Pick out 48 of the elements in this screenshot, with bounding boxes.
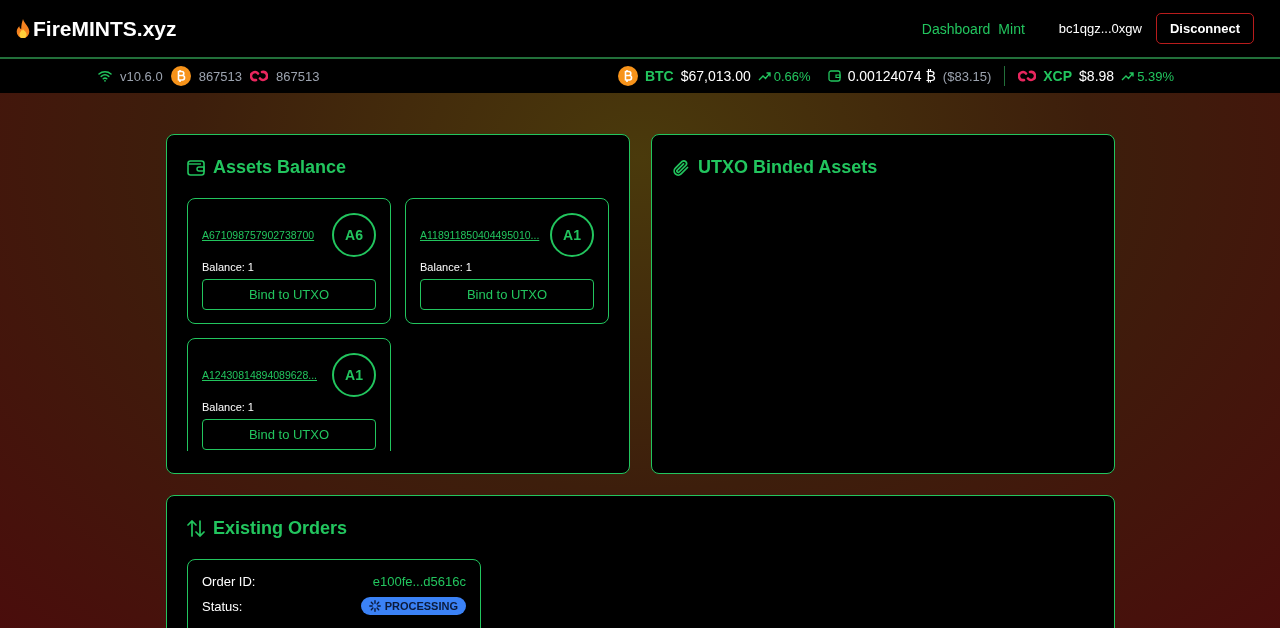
bind-button[interactable]: Bind to UTXO xyxy=(202,419,376,450)
asset-avatar: A1 xyxy=(332,353,376,397)
wallet-address: bc1qgz...0xgw xyxy=(1058,21,1142,36)
balance-text: Balance: 1 xyxy=(420,261,473,273)
trend-up-icon xyxy=(757,71,771,81)
coin-symbol: XCP xyxy=(1043,68,1073,84)
status-badge: PROCESSING xyxy=(360,597,466,615)
asset-link[interactable]: A671098757902738700 xyxy=(202,229,315,241)
chain-link-icon xyxy=(1018,70,1037,82)
wallet-balance: 0.00124074 ₿ xyxy=(847,68,936,84)
block-height: 867513 xyxy=(198,68,243,84)
field-label: Status: xyxy=(202,598,243,614)
field-label: Order ID: xyxy=(202,574,256,589)
bind-button[interactable]: Bind to UTXO xyxy=(202,279,376,310)
coin-price: $8.98 xyxy=(1079,68,1115,84)
nav-link[interactable]: Mint xyxy=(998,20,1025,37)
trend-up-icon xyxy=(1121,71,1135,81)
coin-symbol: BTC xyxy=(644,68,674,84)
price-change: 0.66% xyxy=(773,68,811,84)
block-height: 867513 xyxy=(276,68,320,84)
panel-title: Assets Balance xyxy=(213,157,347,178)
wallet-icon xyxy=(187,159,205,176)
site-logo[interactable]: FireMINTS.xyz xyxy=(33,16,177,41)
chain-link-icon xyxy=(250,70,269,82)
bind-button[interactable]: Bind to UTXO xyxy=(420,279,594,310)
field-value: e100fe...d5616c xyxy=(372,574,466,589)
coin-price: $67,013.00 xyxy=(680,68,751,84)
balance-text: Balance: 1 xyxy=(202,401,255,413)
paperclip-icon xyxy=(672,158,690,177)
wallet-usd: ($83.15) xyxy=(942,68,992,84)
wifi-icon xyxy=(98,70,112,82)
swap-arrows-icon xyxy=(187,520,205,537)
asset-avatar: A1 xyxy=(550,213,594,257)
balance-text: Balance: 1 xyxy=(202,261,255,273)
bitcoin-icon xyxy=(617,66,638,86)
wallet-icon xyxy=(827,70,841,82)
panel-title: Existing Orders xyxy=(213,518,348,539)
nav-link[interactable]: Dashboard xyxy=(921,20,991,37)
panel-title: UTXO Binded Assets xyxy=(698,157,878,178)
asset-avatar: A6 xyxy=(332,213,376,257)
flame-icon xyxy=(14,17,32,40)
spinner-icon xyxy=(368,600,381,612)
bitcoin-icon xyxy=(170,66,191,86)
price-change: 5.39% xyxy=(1137,68,1174,84)
asset-link[interactable]: A118911850404495010... xyxy=(420,229,540,241)
version-text: v10.6.0 xyxy=(120,68,163,84)
disconnect-button[interactable]: Disconnect xyxy=(1155,13,1254,44)
asset-link[interactable]: A12430814894089628... xyxy=(202,369,318,381)
